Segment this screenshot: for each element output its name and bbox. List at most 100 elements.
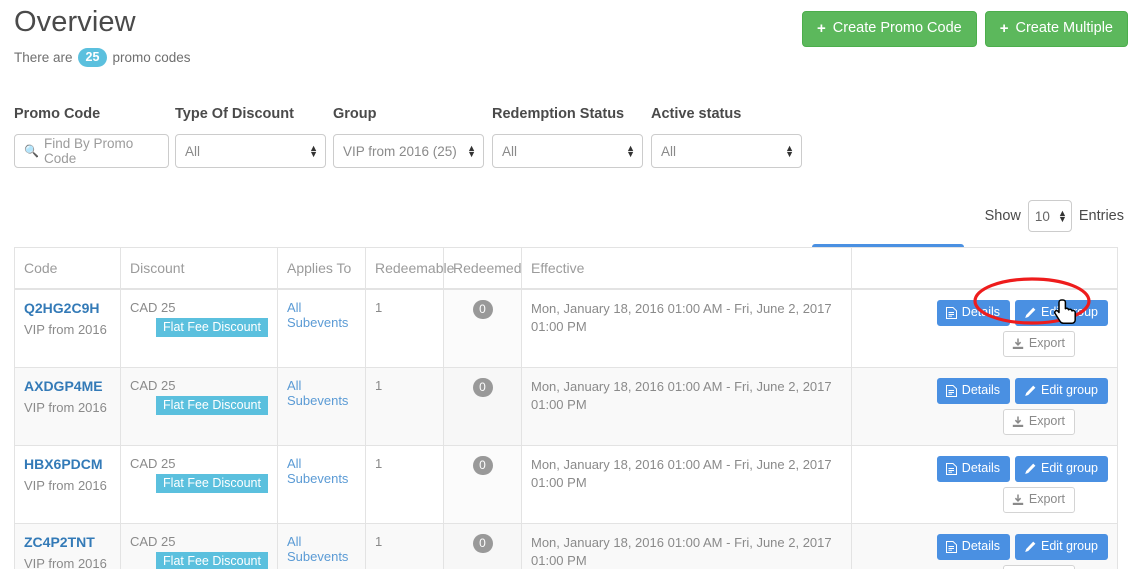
redemption-status-value: All <box>502 144 517 159</box>
discount-type-tag: Flat Fee Discount <box>156 474 268 493</box>
column-header-applies-to: Applies To <box>278 248 366 290</box>
applies-to-link[interactable]: All Subevents <box>287 378 348 408</box>
details-button[interactable]: Details <box>937 300 1010 326</box>
details-button[interactable]: Details <box>937 534 1010 560</box>
table-header: Code Discount Applies To Redeemable Rede… <box>15 248 1118 290</box>
column-header-actions <box>852 248 1118 290</box>
page-title: Overview <box>14 6 136 39</box>
export-button[interactable]: Export <box>1003 565 1075 569</box>
promo-code-link[interactable]: ZC4P2TNT <box>24 534 111 550</box>
effective-dates: Mon, January 18, 2016 01:00 AM - Fri, Ju… <box>531 301 832 334</box>
edit-group-button[interactable]: Edit group <box>1015 534 1108 560</box>
promo-code-group: VIP from 2016 <box>24 400 107 415</box>
details-button[interactable]: Details <box>937 456 1010 482</box>
edit-group-button[interactable]: Edit group <box>1015 378 1108 404</box>
promo-code-link[interactable]: HBX6PDCM <box>24 456 111 472</box>
details-label: Details <box>962 305 1000 320</box>
redeemed-count-badge: 0 <box>473 534 493 553</box>
active-status-select[interactable]: All ▲▼ <box>651 134 802 168</box>
chevron-updown-icon: ▲▼ <box>467 146 476 157</box>
promo-code-count-summary: There are 25 promo codes <box>14 48 190 67</box>
details-button[interactable]: Details <box>937 378 1010 404</box>
cell-actions: Details Edit group <box>852 446 1118 524</box>
discount-amount: CAD 25 <box>130 300 268 315</box>
header-actions: + Create Promo Code + Create Multiple <box>802 11 1128 47</box>
entries-per-page-select[interactable]: 10 ▲▼ <box>1028 200 1072 232</box>
cell-redeemed: 0 <box>444 446 522 524</box>
type-of-discount-value: All <box>185 144 200 159</box>
promo-codes-table-container: Code Discount Applies To Redeemable Rede… <box>14 247 1117 569</box>
edit-group-label: Edit group <box>1041 539 1098 554</box>
filter-label-type-of-discount: Type Of Discount <box>175 106 326 122</box>
pencil-icon <box>1024 307 1036 319</box>
effective-dates: Mon, January 18, 2016 01:00 AM - Fri, Ju… <box>531 457 832 490</box>
download-icon <box>1012 416 1024 428</box>
cell-actions: Details Edit group <box>852 524 1118 569</box>
group-select[interactable]: VIP from 2016 (25) ▲▼ <box>333 134 484 168</box>
table-body: Q2HG2C9H VIP from 2016 CAD 25 Flat Fee D… <box>15 289 1118 569</box>
entries-value: 10 <box>1035 209 1050 224</box>
cell-applies-to: All Subevents <box>278 368 366 446</box>
details-label: Details <box>962 539 1000 554</box>
action-buttons-primary: Details Edit group <box>861 300 1108 326</box>
promo-code-link[interactable]: AXDGP4ME <box>24 378 111 394</box>
filter-group: Group VIP from 2016 (25) ▲▼ <box>333 106 484 168</box>
cell-effective: Mon, January 18, 2016 01:00 AM - Fri, Ju… <box>522 289 852 368</box>
summary-prefix: There are <box>14 50 73 65</box>
export-label: Export <box>1029 336 1065 351</box>
promo-code-group: VIP from 2016 <box>24 478 107 493</box>
table-row: Q2HG2C9H VIP from 2016 CAD 25 Flat Fee D… <box>15 289 1118 368</box>
redemption-status-select[interactable]: All ▲▼ <box>492 134 643 168</box>
document-icon <box>946 307 957 319</box>
applies-to-link[interactable]: All Subevents <box>287 300 348 330</box>
export-label: Export <box>1029 414 1065 429</box>
effective-dates: Mon, January 18, 2016 01:00 AM - Fri, Ju… <box>531 379 832 412</box>
cell-code: ZC4P2TNT VIP from 2016 <box>15 524 121 569</box>
filter-label-group: Group <box>333 106 484 122</box>
details-label: Details <box>962 461 1000 476</box>
discount-amount: CAD 25 <box>130 378 268 393</box>
cell-redeemable: 1 <box>366 289 444 368</box>
edit-group-button[interactable]: Edit group <box>1015 300 1108 326</box>
cell-discount: CAD 25 Flat Fee Discount <box>121 524 278 569</box>
cell-applies-to: All Subevents <box>278 446 366 524</box>
filter-redemption-status: Redemption Status All ▲▼ <box>492 106 643 168</box>
cell-effective: Mon, January 18, 2016 01:00 AM - Fri, Ju… <box>522 368 852 446</box>
filter-promo-code: Promo Code 🔍 Find By Promo Code <box>14 106 169 168</box>
edit-group-label: Edit group <box>1041 461 1098 476</box>
create-promo-code-button[interactable]: + Create Promo Code <box>802 11 977 47</box>
table-header-row: Code Discount Applies To Redeemable Rede… <box>15 248 1118 290</box>
action-buttons-primary: Details Edit group <box>861 534 1108 560</box>
table-row: HBX6PDCM VIP from 2016 CAD 25 Flat Fee D… <box>15 446 1118 524</box>
create-multiple-button[interactable]: + Create Multiple <box>985 11 1128 47</box>
type-of-discount-select[interactable]: All ▲▼ <box>175 134 326 168</box>
cell-redeemed: 0 <box>444 524 522 569</box>
action-buttons-secondary: Export <box>861 487 1108 513</box>
download-icon <box>1012 338 1024 350</box>
pencil-icon <box>1024 463 1036 475</box>
chevron-updown-icon: ▲▼ <box>785 146 794 157</box>
column-header-redeemed: Redeemed <box>444 248 522 290</box>
column-header-redeemable: Redeemable <box>366 248 444 290</box>
applies-to-link[interactable]: All Subevents <box>287 456 348 486</box>
export-button[interactable]: Export <box>1003 331 1075 357</box>
redeemed-count-badge: 0 <box>473 456 493 475</box>
edit-group-button[interactable]: Edit group <box>1015 456 1108 482</box>
export-button[interactable]: Export <box>1003 487 1075 513</box>
cell-discount: CAD 25 Flat Fee Discount <box>121 289 278 368</box>
edit-group-label: Edit group <box>1041 383 1098 398</box>
filter-type-of-discount: Type Of Discount All ▲▼ <box>175 106 326 168</box>
search-icon: 🔍 <box>24 144 39 158</box>
plus-icon: + <box>1000 22 1009 36</box>
column-header-effective: Effective <box>522 248 852 290</box>
edit-group-label: Edit group <box>1041 305 1098 320</box>
promo-code-link[interactable]: Q2HG2C9H <box>24 300 111 316</box>
pencil-icon <box>1024 541 1036 553</box>
export-button[interactable]: Export <box>1003 409 1075 435</box>
download-icon <box>1012 494 1024 506</box>
cell-effective: Mon, January 18, 2016 01:00 AM - Fri, Ju… <box>522 446 852 524</box>
action-buttons-secondary: Export <box>861 409 1108 435</box>
search-input[interactable]: 🔍 Find By Promo Code <box>14 134 169 168</box>
discount-type-tag: Flat Fee Discount <box>156 396 268 415</box>
applies-to-link[interactable]: All Subevents <box>287 534 348 564</box>
